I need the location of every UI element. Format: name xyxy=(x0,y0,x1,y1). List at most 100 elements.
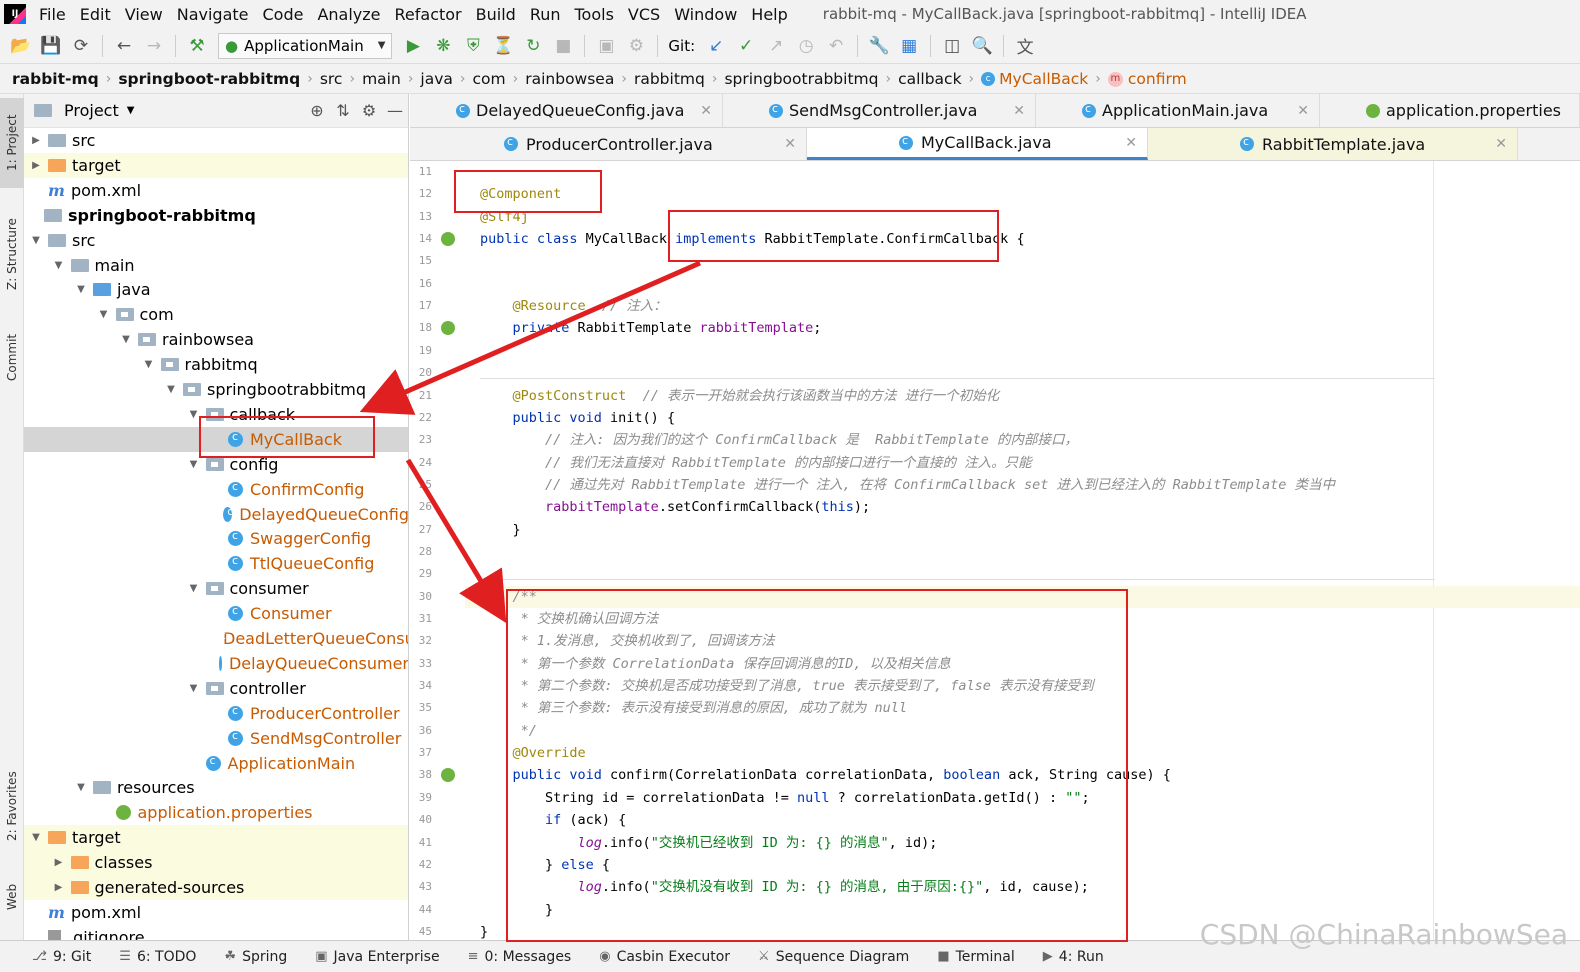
spring-bean-gutter-icon[interactable] xyxy=(441,232,455,247)
forward-arrow-icon[interactable]: → xyxy=(141,33,167,59)
tree-item[interactable]: DelayedQueueConfig xyxy=(24,502,408,527)
expand-arrow-icon[interactable]: ▼ xyxy=(53,260,65,271)
menu-code[interactable]: Code xyxy=(256,5,311,24)
debug-icon[interactable]: ❋ xyxy=(430,33,456,59)
spring-bean-gutter-icon[interactable] xyxy=(441,321,455,336)
bottom-tab-java-enterprise[interactable]: ▣ Java Enterprise xyxy=(315,949,439,965)
tree-item[interactable]: ▶ src xyxy=(24,128,408,153)
expand-arrow-icon[interactable]: ▼ xyxy=(188,459,200,470)
tree-item[interactable]: ▼ resources xyxy=(24,775,408,800)
bottom-tab-todo[interactable]: ☰ 6: TODO xyxy=(119,949,196,965)
collapse-arrow-icon[interactable]: ▶ xyxy=(53,882,65,893)
editor-tab[interactable]: SendMsgController.java ✕ xyxy=(723,94,1036,127)
expand-arrow-icon[interactable]: ▼ xyxy=(30,832,42,843)
coverage-icon[interactable]: ⛨ xyxy=(460,33,486,59)
tree-item[interactable]: SendMsgController xyxy=(24,726,408,751)
breadcrumb-item[interactable]: callback xyxy=(898,70,961,88)
chevron-down-icon[interactable]: ▼ xyxy=(127,105,135,116)
bottom-tab-spring[interactable]: ☘ Spring xyxy=(224,949,287,965)
menu-run[interactable]: Run xyxy=(523,5,568,24)
tree-item[interactable]: MyCallBack xyxy=(24,426,408,452)
close-icon[interactable]: ✕ xyxy=(1495,136,1507,152)
bottom-tab-casbin-executor[interactable]: ◉ Casbin Executor xyxy=(599,949,730,965)
breadcrumb-item[interactable]: c MyCallBack xyxy=(981,70,1088,88)
editor-tab[interactable]: ApplicationMain.java ✕ xyxy=(1036,94,1320,127)
bottom-tab-terminal[interactable]: ■ Terminal xyxy=(937,949,1014,965)
tool-tab-web[interactable]: Web xyxy=(0,872,24,922)
breadcrumb-item[interactable]: m confirm xyxy=(1107,70,1187,88)
breadcrumb-item[interactable]: rabbit-mq xyxy=(12,70,99,88)
editor-tab[interactable]: DelayedQueueConfig.java ✕ xyxy=(410,94,723,127)
breadcrumb-item[interactable]: springboot-rabbitmq xyxy=(118,70,300,88)
editor-tab[interactable]: application.properties xyxy=(1320,94,1580,127)
tree-item[interactable]: Consumer xyxy=(24,601,408,626)
editor-tab[interactable]: RabbitTemplate.java ✕ xyxy=(1148,128,1518,160)
collapse-arrow-icon[interactable]: ▶ xyxy=(30,135,42,146)
tree-item[interactable]: ▶ classes xyxy=(24,850,408,876)
tree-item[interactable]: ▼ target xyxy=(24,825,408,851)
tool-tab-structure[interactable]: Z: Structure xyxy=(0,204,24,304)
git-update-icon[interactable]: ↙ xyxy=(703,33,729,59)
tree-item[interactable]: m pom.xml xyxy=(24,178,408,203)
settings-wrench-icon[interactable]: 🔧 xyxy=(866,33,892,59)
menu-help[interactable]: Help xyxy=(744,5,794,24)
tree-item[interactable]: ▼ rainbowsea xyxy=(24,327,408,352)
presentation-icon[interactable]: ◫ xyxy=(939,33,965,59)
editor-tab[interactable]: ProducerController.java ✕ xyxy=(410,128,807,160)
tree-item[interactable]: ▼ rabbitmq xyxy=(24,352,408,377)
tree-item[interactable]: ▼ src xyxy=(24,228,408,253)
run-icon[interactable]: ▶ xyxy=(400,33,426,59)
menu-file[interactable]: File xyxy=(32,5,73,24)
tree-item[interactable]: ▼ main xyxy=(24,253,408,278)
tree-item[interactable]: springboot-rabbitmq xyxy=(24,203,408,228)
expand-arrow-icon[interactable]: ▼ xyxy=(165,384,177,395)
git-history-icon[interactable]: ◷ xyxy=(793,33,819,59)
git-push-icon[interactable]: ↗ xyxy=(763,33,789,59)
bottom-tab-sequence-diagram[interactable]: ⚔ Sequence Diagram xyxy=(758,949,909,965)
tree-item[interactable]: ▼ consumer xyxy=(24,576,408,601)
sync-icon[interactable]: ⟳ xyxy=(68,33,94,59)
attach-debugger-icon[interactable]: ▣ xyxy=(593,33,619,59)
tree-item[interactable]: DeadLetterQueueConsumer xyxy=(24,626,408,651)
tree-item[interactable]: ▼ com xyxy=(24,302,408,327)
collapse-arrow-icon[interactable]: ▶ xyxy=(30,160,42,171)
run-config-select[interactable]: ● ApplicationMain ▼ xyxy=(218,32,393,59)
tree-item[interactable]: ▼ springbootrabbitmq xyxy=(24,377,408,402)
menu-window[interactable]: Window xyxy=(667,5,744,24)
tool-tab-favorites[interactable]: 2: Favorites xyxy=(0,756,24,856)
tree-item[interactable]: TtlQueueConfig xyxy=(24,551,408,576)
build-hammer-icon[interactable]: ⚒ xyxy=(184,33,210,59)
menu-navigate[interactable]: Navigate xyxy=(170,5,256,24)
expand-arrow-icon[interactable]: ▼ xyxy=(120,334,132,345)
breadcrumb-item[interactable]: rabbitmq xyxy=(634,70,705,88)
menu-edit[interactable]: Edit xyxy=(73,5,118,24)
expand-arrow-icon[interactable]: ▼ xyxy=(188,683,200,694)
menu-vcs[interactable]: VCS xyxy=(621,5,667,24)
close-icon[interactable]: ✕ xyxy=(1297,103,1309,119)
rerun-icon[interactable]: ↻ xyxy=(520,33,546,59)
tree-item[interactable]: ▶ generated-sources xyxy=(24,875,408,900)
save-all-icon[interactable]: 💾 xyxy=(38,33,64,59)
collapse-arrow-icon[interactable]: ▶ xyxy=(53,857,65,868)
search-icon[interactable]: 🔍 xyxy=(969,33,995,59)
code-editor[interactable]: @Component @Slf4j public class MyCallBack … xyxy=(465,161,1580,940)
expand-arrow-icon[interactable]: ▼ xyxy=(75,284,87,295)
close-icon[interactable]: ✕ xyxy=(1013,103,1025,119)
menu-build[interactable]: Build xyxy=(469,5,523,24)
expand-arrow-icon[interactable]: ▼ xyxy=(75,782,87,793)
hide-panel-icon[interactable]: — xyxy=(382,101,408,120)
editor-tab[interactable]: MyCallBack.java ✕ xyxy=(807,128,1148,160)
close-icon[interactable]: ✕ xyxy=(1125,135,1137,151)
menu-analyze[interactable]: Analyze xyxy=(310,5,387,24)
profile-icon[interactable]: ⏳ xyxy=(490,33,516,59)
tree-item[interactable]: ▼ java xyxy=(24,277,408,302)
tool-tab-project[interactable]: 1: Project xyxy=(0,98,24,188)
breadcrumb-item[interactable]: com xyxy=(473,70,506,88)
tree-item[interactable]: ▼ callback xyxy=(24,402,408,427)
implements-method-gutter-icon[interactable] xyxy=(441,768,455,783)
tree-item[interactable]: ▶ target xyxy=(24,152,408,178)
tree-item[interactable]: m pom.xml xyxy=(24,900,408,925)
collapse-all-icon[interactable]: ⇅ xyxy=(330,101,356,120)
open-folder-icon[interactable]: 📂 xyxy=(8,33,34,59)
expand-arrow-icon[interactable]: ▼ xyxy=(188,583,200,594)
